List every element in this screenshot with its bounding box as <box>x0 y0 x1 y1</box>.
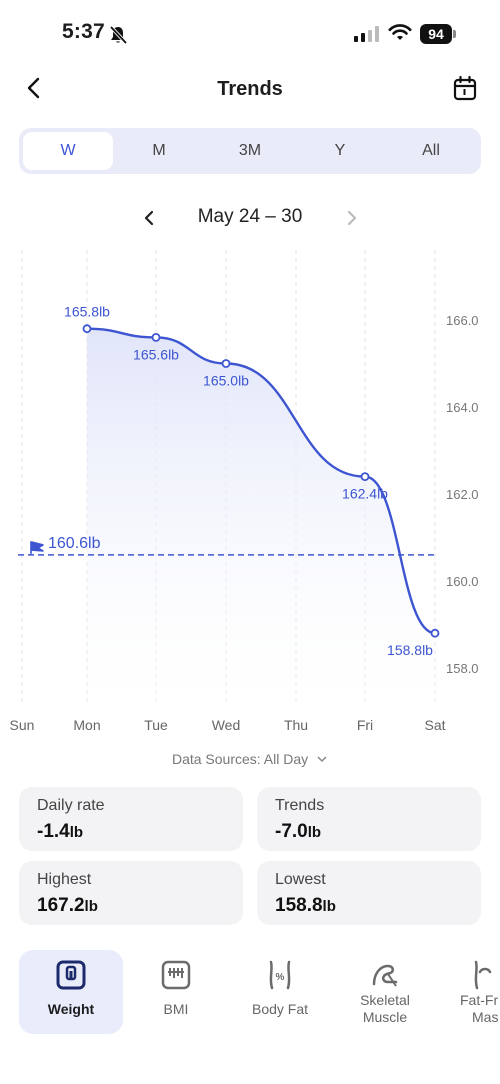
date-range: May 24 – 30 <box>197 206 303 227</box>
chevron-down-icon <box>317 756 327 763</box>
battery-cap <box>453 30 456 38</box>
daily-rate-value: -1.4lb <box>37 821 84 842</box>
highest-card: Highest 167.2lb <box>19 861 243 925</box>
metric-weight-label: Weight <box>47 1001 95 1017</box>
data-label: 158.8lb <box>387 642 433 658</box>
data-point[interactable] <box>151 333 161 342</box>
bmi-gauge-icon <box>161 960 191 990</box>
x-tick-label: Sun <box>10 717 35 733</box>
x-tick-label: Fri <box>357 717 373 733</box>
metric-body-fat-label: Body Fat <box>251 1001 309 1017</box>
y-tick-label: 158.0 <box>446 661 479 676</box>
metric-fat-free-mass[interactable]: Fat-Fr Mas <box>438 950 500 1034</box>
data-label: 165.8lb <box>64 304 110 320</box>
highest-label: Highest <box>37 871 92 888</box>
data-label: 165.0lb <box>203 373 249 389</box>
metric-skeletal-muscle-label-line2: Muscle <box>362 1009 408 1025</box>
lowest-value: 158.8lb <box>275 895 336 916</box>
fat-free-mass-icon <box>474 960 492 990</box>
weight-trend-chart: Sun Mon Tue Wed Thu Fri Sat 166.0 164.0 162.0 160.… <box>10 250 479 733</box>
data-point[interactable] <box>360 472 370 482</box>
data-label: 162.4lb <box>342 486 388 502</box>
metric-weight[interactable]: Weight <box>19 950 123 1034</box>
metric-skeletal-muscle-label-line1: Skeletal <box>360 992 410 1008</box>
trends-card: Trends -7.0lb <box>257 787 481 851</box>
lowest-card: Lowest 158.8lb <box>257 861 481 925</box>
battery-level: 94 <box>420 24 452 44</box>
signal-icon <box>354 26 379 42</box>
metric-skeletal-muscle[interactable]: Skeletal Muscle <box>333 950 437 1034</box>
daily-rate-label: Daily rate <box>37 797 105 814</box>
next-week-chevron-icon[interactable] <box>344 209 360 227</box>
body-fat-icon: % <box>269 960 291 990</box>
scale-icon <box>56 960 86 990</box>
data-sources-selector[interactable]: Data Sources: All Day <box>0 751 500 767</box>
bell-muted-icon <box>109 25 128 45</box>
metric-bmi[interactable]: BMI <box>124 950 228 1034</box>
metric-fat-free-mass-label-line2: Mas <box>472 1009 499 1025</box>
page-title: Trends <box>217 78 283 100</box>
period-segmented-control: W M 3M Y All <box>19 128 481 174</box>
data-point[interactable] <box>430 628 440 638</box>
segment-year[interactable]: Y <box>295 132 385 170</box>
goal-flag-icon <box>30 541 44 554</box>
segment-week[interactable]: W <box>23 132 113 170</box>
y-tick-label: 162.0 <box>446 487 479 502</box>
metric-body-fat[interactable]: % Body Fat <box>228 950 332 1034</box>
goal-label: 160.6lb <box>48 535 101 552</box>
status-time: 5:37 <box>62 20 105 43</box>
lowest-label: Lowest <box>275 871 326 888</box>
svg-text:%: % <box>276 972 285 983</box>
metric-fat-free-mass-label-line1: Fat-Fr <box>460 992 499 1008</box>
x-tick-label: Tue <box>144 717 168 733</box>
x-tick-label: Mon <box>73 717 100 733</box>
calendar-icon[interactable] <box>452 75 478 103</box>
segment-month[interactable]: M <box>113 132 205 170</box>
y-tick-label: 160.0 <box>446 574 479 589</box>
segment-3-months[interactable]: 3M <box>205 132 295 170</box>
area-fill <box>87 328 435 705</box>
metric-bmi-label: BMI <box>163 1001 189 1017</box>
data-sources-label: Data Sources: All Day <box>171 751 309 767</box>
wifi-icon <box>388 24 412 40</box>
y-tick-label: 164.0 <box>446 400 479 415</box>
trends-label: Trends <box>275 797 325 814</box>
highest-value: 167.2lb <box>37 895 98 916</box>
x-tick-label: Wed <box>212 717 241 733</box>
data-point[interactable] <box>221 359 231 368</box>
y-tick-label: 166.0 <box>446 313 479 328</box>
data-point[interactable] <box>82 324 92 334</box>
segment-all[interactable]: All <box>385 132 477 170</box>
trends-value: -7.0lb <box>275 821 322 842</box>
x-tick-label: Thu <box>284 717 308 733</box>
muscle-icon <box>372 964 398 987</box>
daily-rate-card: Daily rate -1.4lb <box>19 787 243 851</box>
x-tick-label: Sat <box>424 717 445 733</box>
data-label: 165.6lb <box>133 346 179 362</box>
